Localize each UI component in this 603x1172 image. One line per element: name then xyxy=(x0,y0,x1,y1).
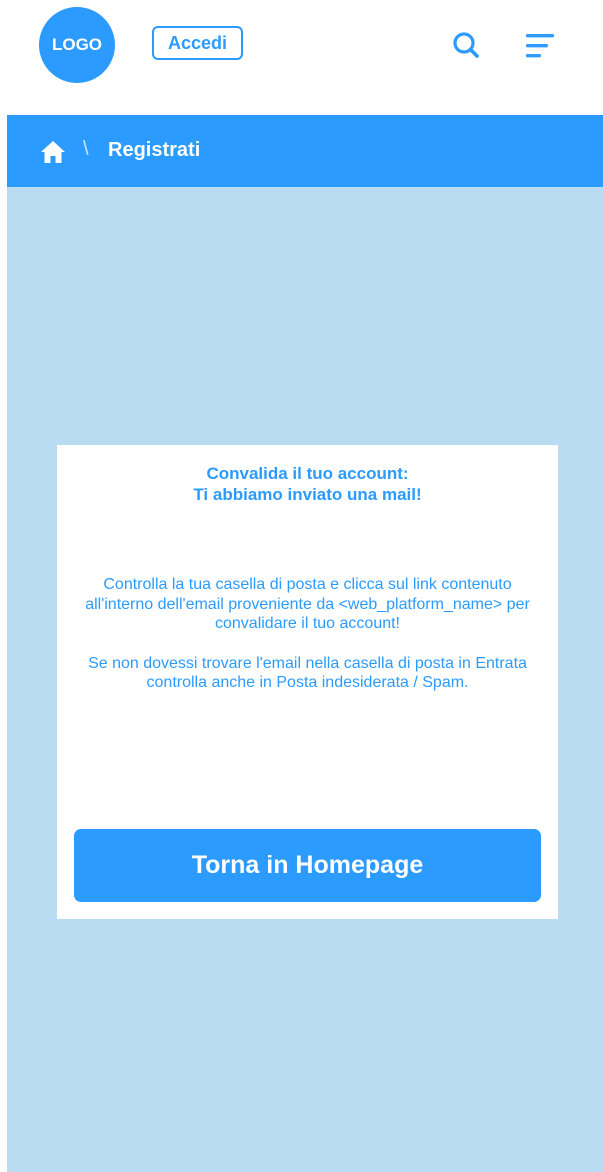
confirmation-card: Convalida il tuo account: Ti abbiamo inv… xyxy=(57,445,558,919)
logo[interactable]: LOGO xyxy=(39,7,115,83)
login-button[interactable]: Accedi xyxy=(152,26,243,60)
card-title: Convalida il tuo account: Ti abbiamo inv… xyxy=(57,463,558,505)
app-frame: LOGO Accedi \ Registrati Convalida il tu… xyxy=(7,0,603,1172)
breadcrumb-separator: \ xyxy=(83,138,89,160)
back-to-homepage-button[interactable]: Torna in Homepage xyxy=(74,829,541,902)
page: LOGO Accedi \ Registrati Convalida il tu… xyxy=(0,0,603,1172)
spam-hint-paragraph: Se non dovessi trovare l'email nella cas… xyxy=(88,654,527,692)
card-title-line2: Ti abbiamo inviato una mail! xyxy=(193,485,422,504)
card-title-line1: Convalida il tuo account: xyxy=(206,464,409,483)
breadcrumb: \ Registrati xyxy=(7,115,603,187)
breadcrumb-current: Registrati xyxy=(108,139,201,161)
header: LOGO Accedi xyxy=(7,0,603,115)
home-icon[interactable] xyxy=(40,140,66,164)
search-icon[interactable] xyxy=(451,30,481,60)
card-body: Controlla la tua casella di posta e clic… xyxy=(75,575,540,713)
instructions-paragraph: Controlla la tua casella di posta e clic… xyxy=(85,576,530,632)
main-content: Convalida il tuo account: Ti abbiamo inv… xyxy=(7,187,603,1172)
hamburger-menu-icon[interactable] xyxy=(525,31,555,61)
